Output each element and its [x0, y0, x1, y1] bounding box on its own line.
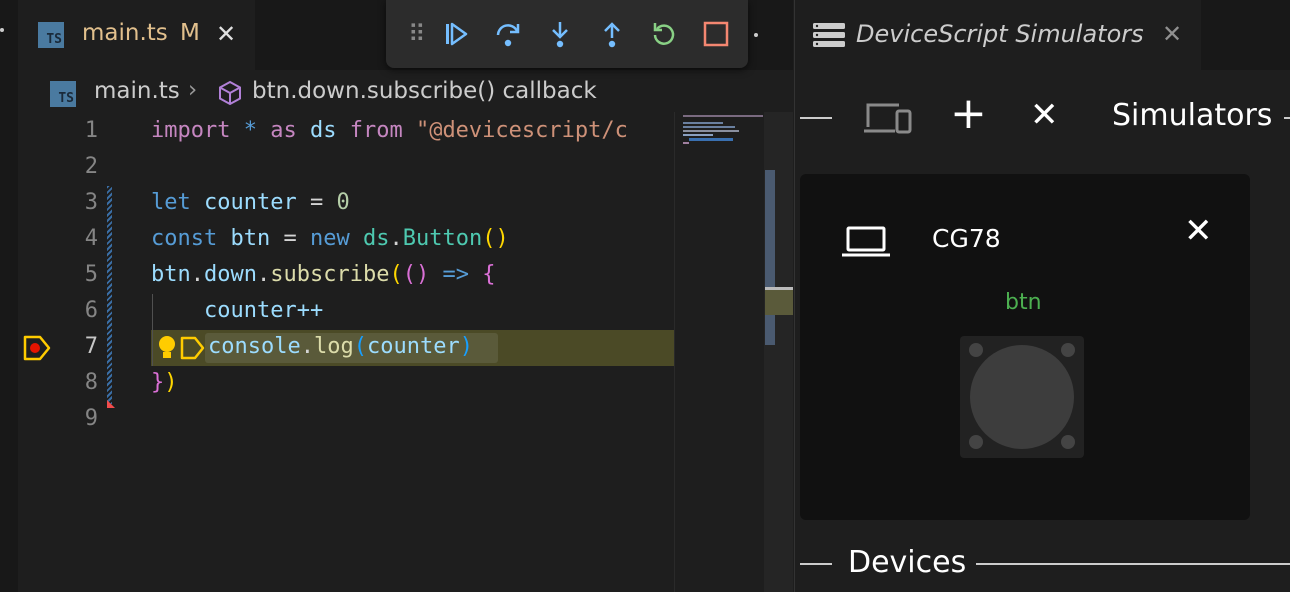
tab-close-icon[interactable]: ✕: [216, 20, 236, 48]
simulators-tab-close-icon[interactable]: ✕: [1162, 20, 1182, 48]
breadcrumb-symbol[interactable]: btn.down.subscribe() callback: [252, 78, 597, 104]
step-out-icon: [604, 22, 620, 48]
remove-device-icon[interactable]: ✕: [1184, 214, 1213, 248]
scrollbar-cursor-marker: [765, 287, 793, 290]
code-line-6[interactable]: counter++: [151, 298, 323, 323]
line-number: 8: [84, 370, 98, 395]
restart-icon: [653, 23, 675, 45]
minimap-line: [683, 122, 723, 124]
stop-button[interactable]: [700, 18, 732, 50]
git-diff-gutter: [107, 186, 112, 404]
heading-divider: [1284, 117, 1290, 119]
minimap-line: [683, 126, 735, 128]
scrollbar-thumb[interactable]: [765, 170, 775, 345]
debug-toolbar: ⠿: [386, 0, 748, 68]
tab-modified-indicator: M: [180, 20, 200, 46]
step-out-button[interactable]: [596, 18, 628, 50]
code-line-3[interactable]: let counter = 0: [151, 190, 350, 215]
close-all-simulators-icon[interactable]: ✕: [1030, 98, 1059, 132]
deleted-lines-marker: [107, 400, 115, 408]
code-line-1[interactable]: import * as ds from "@devicescript/c: [151, 118, 628, 143]
step-over-icon: [496, 24, 520, 47]
minimap-line: [689, 138, 733, 141]
server-stack-icon: [813, 23, 845, 47]
continue-icon: [446, 22, 468, 46]
restart-button[interactable]: [648, 18, 680, 50]
breadcrumb-separator: ›: [188, 77, 198, 103]
add-simulator-icon[interactable]: +: [950, 92, 987, 136]
devices-divider-right: [976, 563, 1290, 565]
line-number: 4: [84, 226, 98, 251]
code-line-7[interactable]: console.log(counter): [208, 334, 473, 359]
devices-icon[interactable]: [863, 101, 913, 135]
continue-button[interactable]: [440, 18, 472, 50]
step-into-button[interactable]: [544, 18, 576, 50]
simulators-tab-label: DeviceScript Simulators: [856, 20, 1144, 48]
code-line-5[interactable]: btn.down.subscribe(() => {: [151, 262, 495, 287]
typescript-file-icon: TS: [38, 22, 64, 48]
breadcrumb-file[interactable]: main.ts: [94, 78, 180, 104]
drag-grip-icon[interactable]: ⠿: [408, 20, 426, 48]
line-number: 3: [84, 190, 98, 215]
minimap-line: [683, 142, 689, 144]
minimap-line: [683, 134, 713, 136]
push-button-icon: [969, 343, 1075, 449]
simulated-button[interactable]: [960, 336, 1084, 458]
devices-heading: Devices: [848, 545, 967, 580]
toolbar-divider: [800, 117, 832, 119]
line-number: 1: [84, 118, 98, 143]
cube-symbol-icon: [219, 80, 241, 106]
typescript-file-icon: TS: [50, 81, 76, 107]
device-name: CG78: [932, 224, 1001, 253]
stop-icon: [703, 21, 729, 47]
code-line-8[interactable]: }): [151, 370, 178, 395]
tab-filename: main.ts: [82, 20, 168, 46]
step-into-icon: [552, 22, 568, 48]
scrollbar-current-line-marker: [765, 287, 793, 315]
simulators-heading: Simulators: [1112, 98, 1273, 133]
line-number: 6: [84, 298, 98, 323]
breakpoint-paused-icon[interactable]: [22, 334, 52, 362]
minimap-line: [683, 115, 763, 117]
overflow-dot: [0, 28, 4, 32]
step-over-button[interactable]: [492, 18, 524, 50]
lightbulb-icon[interactable]: [156, 334, 178, 362]
minimap-line: [683, 130, 739, 132]
devices-divider-left: [800, 563, 832, 565]
line-number: 2: [84, 154, 98, 179]
button-label: btn: [1005, 290, 1042, 315]
line-number: 5: [84, 262, 98, 287]
code-line-4[interactable]: const btn = new ds.Button(): [151, 226, 509, 251]
overflow-dot: [754, 33, 758, 37]
laptop-icon: [842, 226, 890, 257]
current-statement-arrow-icon: [180, 336, 205, 360]
minimap[interactable]: [674, 112, 765, 592]
line-number: 9: [84, 406, 98, 431]
left-gutter: [0, 0, 18, 592]
